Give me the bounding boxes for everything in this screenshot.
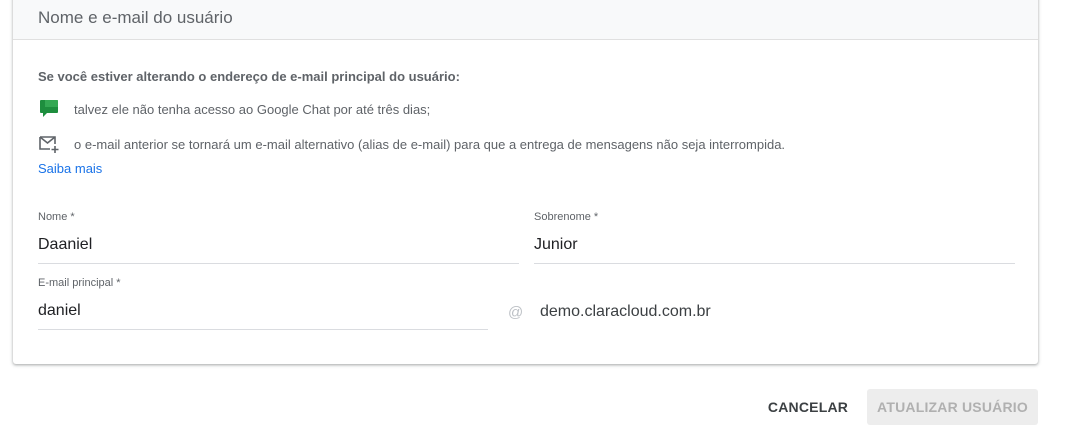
email-domain: demo.claracloud.com.br <box>540 303 711 320</box>
cancel-button[interactable]: CANCELAR <box>760 389 856 425</box>
mail-add-icon <box>38 133 62 155</box>
last-name-label: Sobrenome * <box>534 211 599 223</box>
primary-email-input[interactable] <box>38 299 488 330</box>
email-change-notice-heading: Se você estiver alterando o endereço de … <box>38 69 460 84</box>
primary-email-label: E-mail principal * <box>38 277 121 289</box>
user-name-email-card: Nome e e-mail do usuário Se você estiver… <box>13 0 1038 364</box>
primary-email-field: E-mail principal * <box>38 276 488 330</box>
last-name-field: Sobrenome * <box>534 210 1015 264</box>
notice-chat-text: talvez ele não tenha acesso ao Google Ch… <box>74 101 431 117</box>
first-name-field: Nome * <box>38 210 519 264</box>
learn-more-link[interactable]: Saiba mais <box>38 161 102 176</box>
card-header: Nome e e-mail do usuário <box>13 0 1038 40</box>
google-chat-icon <box>38 98 62 120</box>
notice-chat: talvez ele não tenha acesso ao Google Ch… <box>38 98 430 120</box>
at-sign: @ <box>508 304 524 321</box>
update-user-button[interactable]: ATUALIZAR USUÁRIO <box>867 389 1038 425</box>
notice-alias-text: o e-mail anterior se tornará um e-mail a… <box>74 136 786 152</box>
first-name-label: Nome * <box>38 211 75 223</box>
card-title: Nome e e-mail do usuário <box>38 8 233 27</box>
first-name-input[interactable] <box>38 233 519 264</box>
last-name-input[interactable] <box>534 233 1015 264</box>
notice-alias: o e-mail anterior se tornará um e-mail a… <box>38 133 785 155</box>
